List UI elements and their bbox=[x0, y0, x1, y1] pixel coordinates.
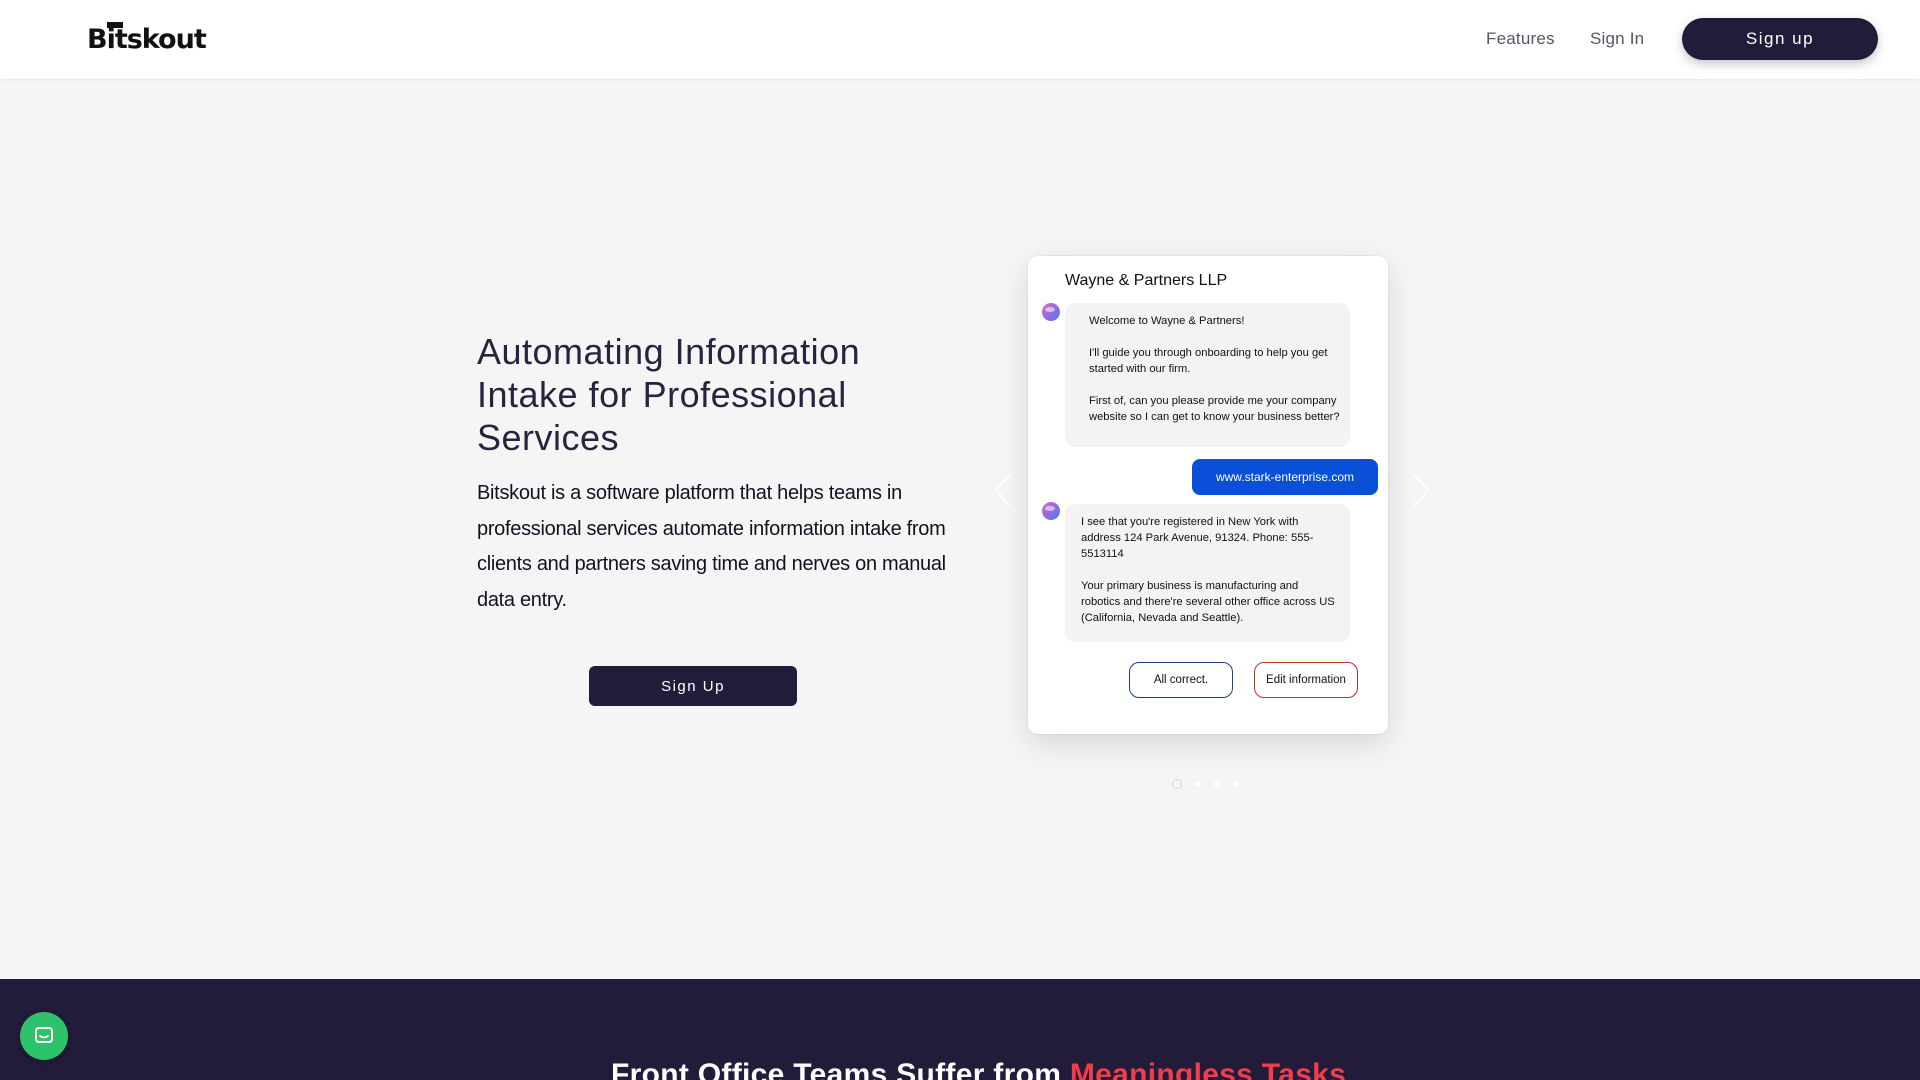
nav-sign-in-link[interactable]: Sign In bbox=[1590, 29, 1644, 49]
chevron-left-icon bbox=[994, 473, 1011, 507]
bot-message-line: I'll guide you through onboarding to hel… bbox=[1089, 347, 1328, 375]
bot-message: I see that you're registered in New York… bbox=[1065, 504, 1350, 642]
site-header: Bitskout Features Sign In Sign up bbox=[0, 0, 1920, 79]
all-correct-button[interactable]: All correct. bbox=[1129, 662, 1233, 698]
chevron-right-icon bbox=[1413, 473, 1430, 507]
header-sign-up-button[interactable]: Sign up bbox=[1682, 18, 1878, 60]
nav-features-link[interactable]: Features bbox=[1486, 29, 1555, 49]
bot-avatar-icon bbox=[1042, 303, 1060, 321]
bot-message-line: Welcome to Wayne & Partners! bbox=[1089, 315, 1245, 327]
carousel-dot-1[interactable] bbox=[1172, 779, 1182, 789]
chat-preview-card: Wayne & Partners LLP Welcome to Wayne & … bbox=[1028, 256, 1388, 734]
problem-section-heading: Front Office Teams Suffer from Meaningle… bbox=[611, 1058, 1346, 1080]
carousel-prev-button[interactable] bbox=[990, 470, 1016, 510]
hero-sign-up-button[interactable]: Sign Up bbox=[589, 666, 797, 706]
heading-accent: Meaningless Tasks bbox=[1069, 1058, 1347, 1080]
bot-message-line: Your primary business is manufacturing a… bbox=[1081, 580, 1335, 624]
carousel-next-button[interactable] bbox=[1408, 470, 1434, 510]
logo[interactable]: Bitskout bbox=[87, 22, 207, 55]
hero-title: Automating Information Intake for Profes… bbox=[477, 331, 861, 458]
heading-prefix: Front Office Teams Suffer from bbox=[611, 1058, 1070, 1080]
chat-launcher-button[interactable] bbox=[20, 1012, 68, 1060]
hero-description: Bitskout is a software platform that hel… bbox=[477, 482, 946, 611]
bot-message: Welcome to Wayne & Partners! I'll guide … bbox=[1065, 303, 1350, 447]
logo-mark bbox=[107, 22, 123, 28]
chat-bubble-icon bbox=[35, 1027, 53, 1043]
bot-message-line: I see that you're registered in New York… bbox=[1081, 516, 1314, 560]
carousel-dot-2[interactable] bbox=[1195, 781, 1201, 787]
carousel-dot-3[interactable] bbox=[1214, 781, 1220, 787]
problem-section: Front Office Teams Suffer from Meaningle… bbox=[0, 979, 1920, 1080]
bot-message-line: First of, can you please provide me your… bbox=[1089, 395, 1340, 423]
carousel-dot-4[interactable] bbox=[1233, 781, 1239, 787]
edit-information-button[interactable]: Edit information bbox=[1254, 662, 1358, 698]
chat-firm-name: Wayne & Partners LLP bbox=[1065, 272, 1228, 289]
logo-text: Bitskout bbox=[87, 24, 207, 55]
bot-avatar-icon bbox=[1042, 502, 1060, 520]
user-message: www.stark-enterprise.com bbox=[1192, 459, 1378, 495]
carousel-pagination bbox=[1172, 779, 1239, 789]
